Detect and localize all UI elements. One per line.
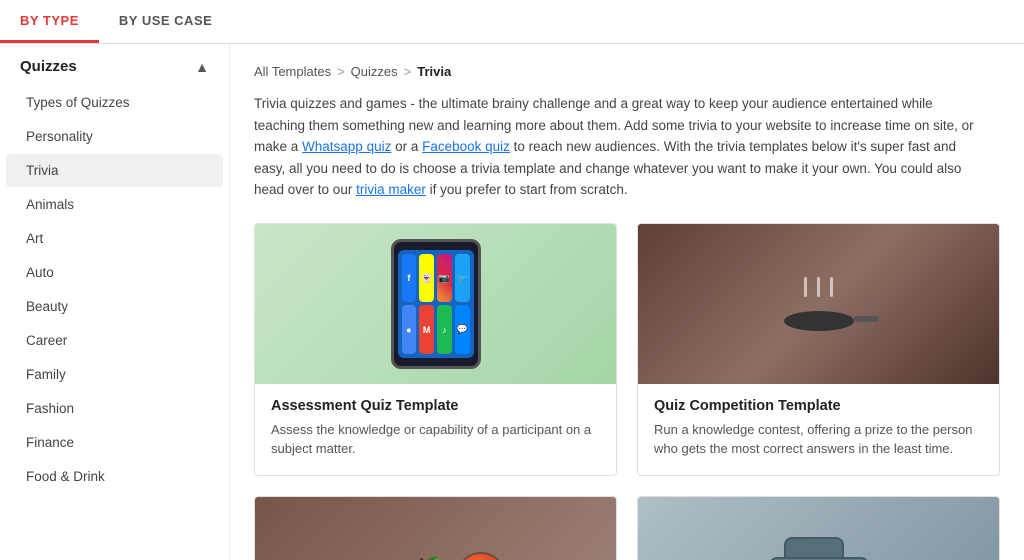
description-text-4: if you prefer to start from scratch. — [426, 182, 628, 197]
sidebar-item-animals[interactable]: Animals — [6, 188, 223, 221]
breadcrumb-sep-2: > — [404, 64, 412, 79]
sidebar-item-auto[interactable]: Auto — [6, 256, 223, 289]
messenger-app-icon: 💬 — [455, 305, 470, 354]
card-title-assessment: Assessment Quiz Template — [271, 398, 600, 414]
sidebar-item-types-of-quizzes[interactable]: Types of Quizzes — [6, 86, 223, 119]
card-image-health: 🍎 — [255, 497, 616, 560]
phone-screen: f 👻 📷 🐦 ● M ♪ 💬 — [398, 250, 474, 358]
card-health-quiz[interactable]: 🍎 — [254, 496, 617, 560]
card-image-assessment: f 👻 📷 🐦 ● M ♪ 💬 — [255, 224, 616, 384]
chrome-app-icon: ● — [402, 305, 417, 354]
sidebar-item-career[interactable]: Career — [6, 324, 223, 357]
card-body-assessment: Assessment Quiz Template Assess the know… — [255, 384, 616, 475]
tab-by-use-case[interactable]: BY USE CASE — [99, 0, 232, 43]
card-desc-competition: Run a knowledge contest, offering a priz… — [654, 420, 983, 459]
breadcrumb: All Templates > Quizzes > Trivia — [254, 64, 1000, 79]
apple-icon: 🍎 — [403, 556, 448, 560]
chevron-up-icon: ▲ — [195, 59, 209, 75]
spotify-app-icon: ♪ — [437, 305, 452, 354]
card-quiz-competition[interactable]: Quiz Competition Template Run a knowledg… — [637, 223, 1000, 476]
whatsapp-quiz-link[interactable]: Whatsapp quiz — [302, 139, 391, 154]
instagram-app-icon: 📷 — [437, 254, 452, 303]
breadcrumb-current: Trivia — [417, 64, 451, 79]
card-title-competition: Quiz Competition Template — [654, 398, 983, 414]
breadcrumb-all-templates[interactable]: All Templates — [254, 64, 331, 79]
main-area: Quizzes ▲ Types of Quizzes Personality T… — [0, 44, 1024, 560]
twitter-app-icon: 🐦 — [455, 254, 470, 303]
card-assessment-quiz[interactable]: f 👻 📷 🐦 ● M ♪ 💬 Assessment Quiz Template — [254, 223, 617, 476]
sidebar-item-trivia[interactable]: Trivia — [6, 154, 223, 187]
card-auto-quiz[interactable] — [637, 496, 1000, 560]
breadcrumb-quizzes[interactable]: Quizzes — [351, 64, 398, 79]
cooking-visual — [784, 277, 854, 331]
page-description: Trivia quizzes and games - the ultimate … — [254, 93, 974, 201]
steam-line-2 — [817, 277, 820, 297]
steam-line-3 — [830, 277, 833, 297]
card-desc-assessment: Assess the knowledge or capability of a … — [271, 420, 600, 459]
card-image-competition — [638, 224, 999, 384]
card-image-auto — [638, 497, 999, 560]
phone-mockup: f 👻 📷 🐦 ● M ♪ 💬 — [391, 239, 481, 369]
tab-by-type[interactable]: BY TYPE — [0, 0, 99, 43]
sidebar-section-label: Quizzes — [20, 58, 77, 75]
vegetable-icon — [456, 552, 506, 560]
car-top — [784, 537, 844, 559]
description-text-2: or a — [391, 139, 422, 154]
facebook-app-icon: f — [402, 254, 417, 303]
sidebar-item-food-drink[interactable]: Food & Drink — [6, 460, 223, 493]
snapchat-app-icon: 👻 — [419, 254, 434, 303]
sidebar-item-art[interactable]: Art — [6, 222, 223, 255]
sidebar-section-quizzes[interactable]: Quizzes ▲ — [0, 44, 229, 85]
trivia-maker-link[interactable]: trivia maker — [356, 182, 426, 197]
sidebar-item-personality[interactable]: Personality — [6, 120, 223, 153]
cooking-pan — [784, 311, 854, 331]
cards-grid: f 👻 📷 🐦 ● M ♪ 💬 Assessment Quiz Template — [254, 223, 1000, 560]
steam-effect — [799, 277, 839, 307]
facebook-quiz-link[interactable]: Facebook quiz — [422, 139, 510, 154]
card-body-competition: Quiz Competition Template Run a knowledg… — [638, 384, 999, 475]
health-visual: 🍎 — [365, 552, 506, 560]
sidebar-item-fashion[interactable]: Fashion — [6, 392, 223, 425]
sidebar-item-beauty[interactable]: Beauty — [6, 290, 223, 323]
breadcrumb-sep-1: > — [337, 64, 345, 79]
sidebar: Quizzes ▲ Types of Quizzes Personality T… — [0, 44, 230, 560]
top-navigation: BY TYPE BY USE CASE — [0, 0, 1024, 44]
content-area: All Templates > Quizzes > Trivia Trivia … — [230, 44, 1024, 560]
steam-line-1 — [804, 277, 807, 297]
gmail-app-icon: M — [419, 305, 434, 354]
sidebar-item-finance[interactable]: Finance — [6, 426, 223, 459]
sidebar-item-family[interactable]: Family — [6, 358, 223, 391]
